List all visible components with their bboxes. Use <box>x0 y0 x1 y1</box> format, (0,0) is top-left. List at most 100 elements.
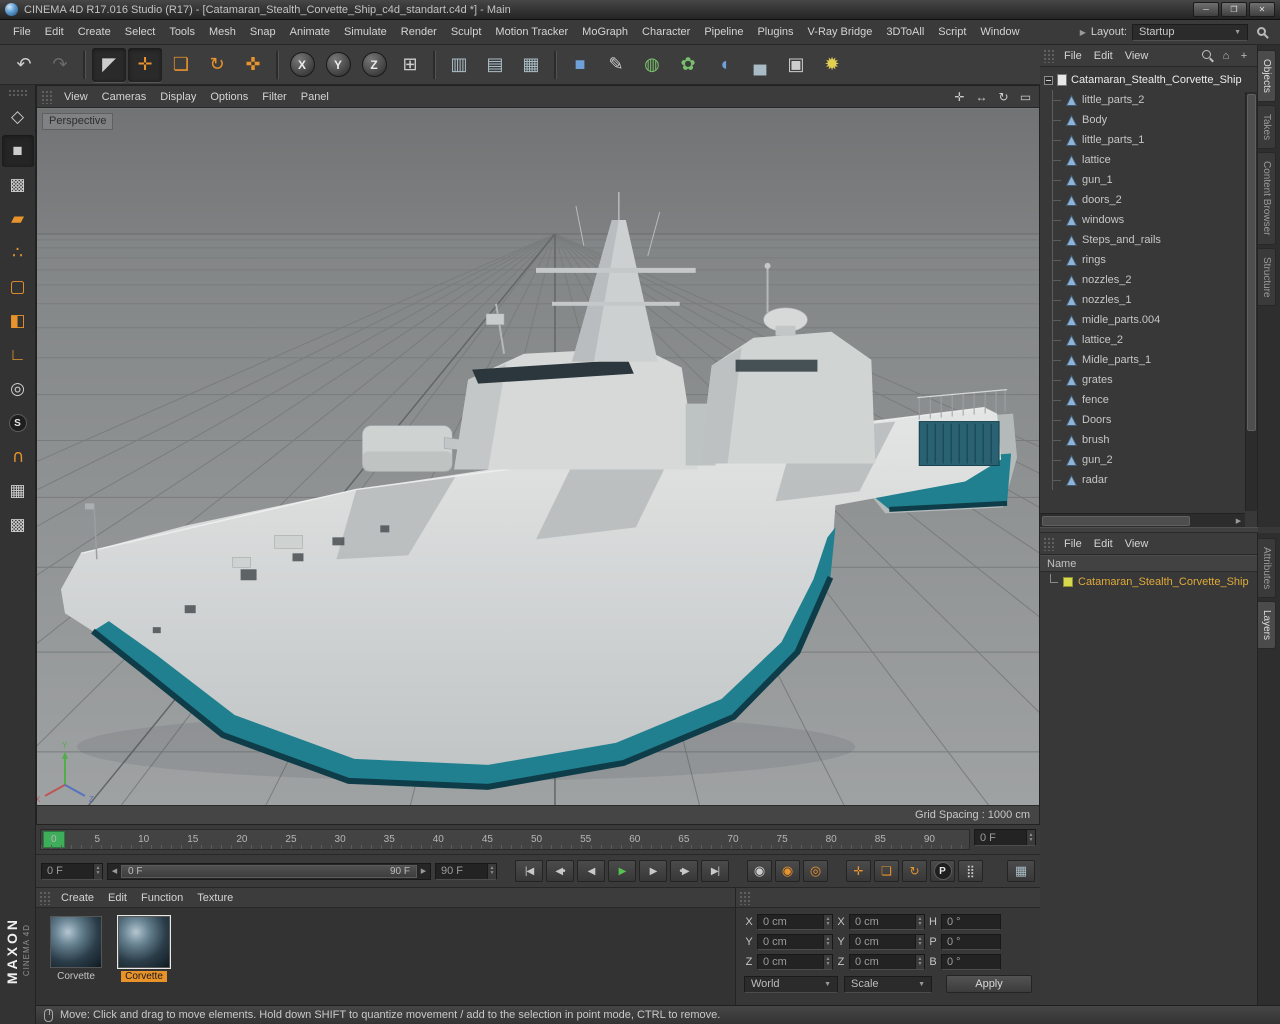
position-field[interactable]: 0 cm <box>757 954 833 970</box>
record-rotation-icon[interactable]: ↻ <box>902 860 927 882</box>
menubar-item[interactable]: Simulate <box>337 23 394 41</box>
menubar-item[interactable]: Motion Tracker <box>488 23 575 41</box>
render-view-icon[interactable]: ▥ <box>442 48 476 82</box>
size-field[interactable]: 0 cm <box>849 914 925 930</box>
search-icon[interactable] <box>1257 26 1266 36</box>
add-light-icon[interactable]: ✹ <box>815 48 849 82</box>
menubar-item[interactable]: Script <box>931 23 973 41</box>
menubar-item[interactable]: Tools <box>162 23 202 41</box>
pan-view-icon[interactable]: ✛ <box>950 89 969 105</box>
object-tree-item[interactable]: Doors <box>1053 410 1257 430</box>
size-mode-dropdown[interactable]: Scale <box>844 975 932 993</box>
object-tree-item[interactable]: radar <box>1053 470 1257 490</box>
view-label[interactable]: Perspective <box>42 113 114 130</box>
name-column-header[interactable]: Name <box>1040 555 1257 572</box>
frame-stepper[interactable] <box>1026 830 1035 845</box>
viewport-menu-item[interactable]: Options <box>203 88 255 106</box>
object-tree-item[interactable]: little_parts_2 <box>1053 90 1257 110</box>
add-mograph-icon[interactable]: ✿ <box>671 48 705 82</box>
tab-objects[interactable]: Objects <box>1258 50 1276 102</box>
object-manager-menu-item[interactable]: Edit <box>1088 48 1119 64</box>
record-keyframe-button[interactable]: ◉ <box>747 860 772 882</box>
layer-item[interactable]: Catamaran_Stealth_Corvette_Ship <box>1040 572 1257 591</box>
horizontal-scrollbar[interactable] <box>1040 513 1245 527</box>
object-tree-item[interactable]: nozzles_1 <box>1053 290 1257 310</box>
object-tree-item[interactable]: brush <box>1053 430 1257 450</box>
render-settings-icon[interactable]: ▦ <box>514 48 548 82</box>
redo-icon[interactable]: ↷ <box>43 48 77 82</box>
object-tree-item[interactable]: Body <box>1053 110 1257 130</box>
vertical-scrollbar[interactable] <box>1245 92 1257 511</box>
viewport-menu-item[interactable]: Panel <box>294 88 336 106</box>
viewport-canvas[interactable]: Y X Z Perspective <box>37 108 1039 806</box>
model-mode-icon[interactable]: ■ <box>1 135 34 167</box>
om-search-icon[interactable] <box>1200 48 1216 64</box>
move-tool-icon[interactable]: ✛ <box>128 47 162 82</box>
rotate-view-icon[interactable]: ↻ <box>994 89 1013 105</box>
make-editable-icon[interactable]: ◇ <box>2 101 34 133</box>
size-field[interactable]: 0 cm <box>849 934 925 950</box>
object-tree-root[interactable]: Catamaran_Stealth_Corvette_Ship <box>1044 70 1257 90</box>
toggle-view-icon[interactable]: ▭ <box>1016 89 1035 105</box>
play-button[interactable]: ▶ <box>608 860 636 882</box>
enable-axis-icon[interactable]: ∟ <box>2 339 34 371</box>
object-tree-item[interactable]: Steps_and_rails <box>1053 230 1257 250</box>
live-selection-icon[interactable]: ◤ <box>92 47 126 82</box>
tab-takes[interactable]: Takes <box>1258 104 1276 150</box>
viewport-menu-item[interactable]: View <box>57 88 95 106</box>
layer-manager-menu-item[interactable]: View <box>1119 536 1155 552</box>
object-manager-menu-item[interactable]: View <box>1119 48 1155 64</box>
object-tree-item[interactable]: Midle_parts_1 <box>1053 350 1257 370</box>
coordinate-system-icon[interactable]: ⊞ <box>393 48 427 82</box>
viewport-solo-icon[interactable]: ◎ <box>2 373 34 405</box>
object-tree-item[interactable]: windows <box>1053 210 1257 230</box>
rotation-field[interactable]: 0 ° <box>941 954 1001 970</box>
add-camera-icon[interactable]: ▣ <box>779 48 813 82</box>
object-tree-item[interactable]: little_parts_1 <box>1053 130 1257 150</box>
texture-mode-icon[interactable]: ▩ <box>2 169 34 201</box>
record-pla-icon[interactable]: ⣿ <box>958 860 983 882</box>
material-menu-item[interactable]: Edit <box>101 889 134 907</box>
tab-structure[interactable]: Structure <box>1258 247 1276 307</box>
polygons-mode-icon[interactable]: ◧ <box>2 305 34 337</box>
tab-content-browser[interactable]: Content Browser <box>1258 152 1276 245</box>
menubar-item[interactable]: V-Ray Bridge <box>801 23 880 41</box>
z-axis-lock-icon[interactable]: Z <box>357 48 391 82</box>
material-menu-item[interactable]: Function <box>134 889 190 907</box>
object-tree-item[interactable]: fence <box>1053 390 1257 410</box>
current-frame-field[interactable]: 0 F <box>974 829 1036 846</box>
add-subdivision-surface-icon[interactable]: ◍ <box>635 48 669 82</box>
menubar-item[interactable]: Create <box>71 23 118 41</box>
viewport-menu-item[interactable]: Filter <box>255 88 293 106</box>
last-tool-icon[interactable]: ✜ <box>236 48 270 82</box>
object-tree-item[interactable]: rings <box>1053 250 1257 270</box>
y-axis-lock-icon[interactable]: Y <box>321 48 355 82</box>
workplane-snap-icon[interactable]: ▦ <box>2 475 34 507</box>
keyframe-selection-button[interactable]: ◎ <box>803 860 828 882</box>
object-tree-item[interactable]: grates <box>1053 370 1257 390</box>
material-corvette-2[interactable]: Corvette <box>116 915 172 982</box>
menubar-item[interactable]: Snap <box>243 23 283 41</box>
menubar-item[interactable]: MoGraph <box>575 23 635 41</box>
add-deformer-icon[interactable]: ◖ <box>707 48 741 82</box>
goto-start-button[interactable]: |◀ <box>515 860 543 882</box>
scroll-right-arrow-icon[interactable] <box>1232 517 1245 525</box>
layer-color-swatch[interactable] <box>1063 576 1073 587</box>
render-picture-viewer-icon[interactable]: ▤ <box>478 48 512 82</box>
expander-icon[interactable] <box>1044 75 1053 85</box>
menubar-item[interactable]: 3DToAll <box>879 23 931 41</box>
menubar-item[interactable]: Sculpt <box>444 23 489 41</box>
edges-mode-icon[interactable]: ▢ <box>2 271 34 303</box>
tab-attributes[interactable]: Attributes <box>1258 538 1276 599</box>
material-corvette-1[interactable]: Corvette <box>48 916 104 982</box>
size-field[interactable]: 0 cm <box>849 954 925 970</box>
menubar-item[interactable]: File <box>6 23 38 41</box>
menubar-item[interactable]: Pipeline <box>697 23 750 41</box>
object-tree-item[interactable]: lattice_2 <box>1053 330 1257 350</box>
range-right-arrow-icon[interactable] <box>417 867 430 875</box>
keyframe-bar-icon[interactable]: ▦ <box>1007 860 1035 882</box>
locked-workplane-icon[interactable]: ▩ <box>2 509 34 541</box>
range-left-arrow-icon[interactable] <box>108 867 121 875</box>
material-menu-item[interactable]: Texture <box>190 889 240 907</box>
layer-manager-menu-item[interactable]: File <box>1058 536 1088 552</box>
